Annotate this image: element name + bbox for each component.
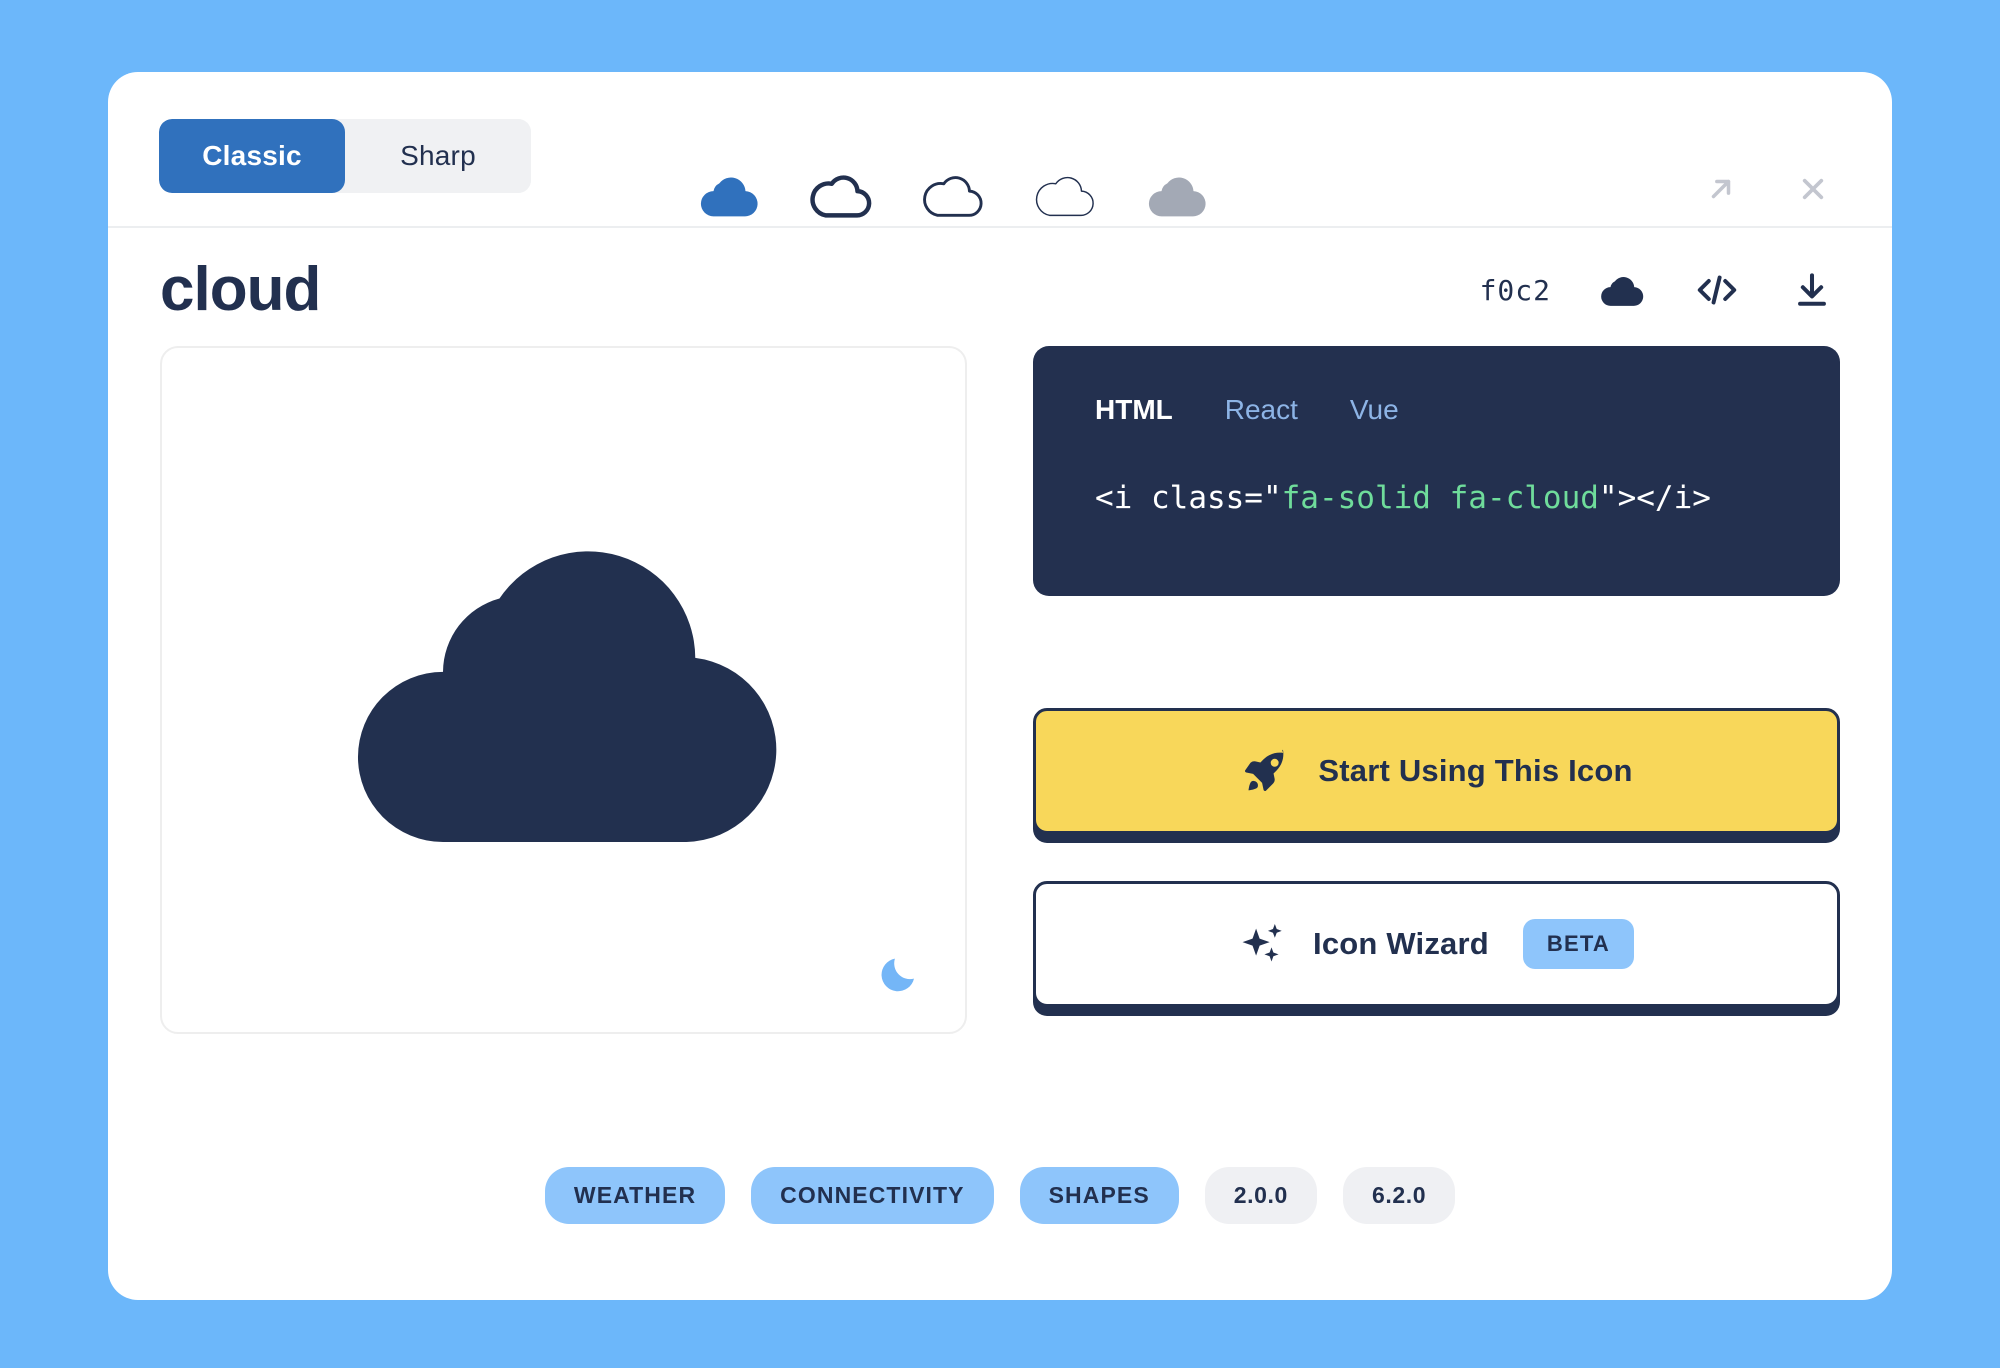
tag-connectivity[interactable]: CONNECTIVITY: [751, 1167, 994, 1224]
icon-variant-row: [698, 164, 1208, 226]
header-action-group: [1698, 166, 1836, 212]
download-button[interactable]: [1788, 266, 1836, 314]
close-button[interactable]: [1790, 166, 1836, 212]
cloud-icon: [1601, 277, 1644, 306]
start-using-icon-button[interactable]: Start Using This Icon: [1033, 708, 1840, 834]
cloud-outline-thin-icon: [1035, 176, 1094, 217]
page-title: cloud: [160, 255, 321, 324]
rocket-icon: [1245, 749, 1284, 792]
code-snippet-classes: fa-solid fa-cloud: [1281, 480, 1599, 516]
tab-vue[interactable]: Vue: [1350, 394, 1399, 426]
copy-code-button[interactable]: [1693, 266, 1741, 314]
code-icon: [1697, 275, 1737, 305]
download-icon: [1798, 273, 1826, 306]
sparkles-icon: [1242, 924, 1282, 962]
cloud-solid-gray-icon: [1148, 177, 1206, 217]
icon-detail-window: Classic Sharp cloud f0c2 HTML React Vue …: [108, 72, 1892, 1300]
moon-icon: [881, 958, 914, 992]
tag-version-6-2-0[interactable]: 6.2.0: [1342, 1167, 1456, 1224]
cloud-outline-regular-icon: [923, 176, 983, 217]
style-toggle-sharp[interactable]: Sharp: [345, 119, 531, 193]
code-framework-tabs: HTML React Vue: [1095, 394, 1778, 426]
variant-cloud-solid-gray[interactable]: [1146, 164, 1208, 226]
code-snippet-prefix: <i class=": [1095, 480, 1282, 516]
icon-wizard-label: Icon Wizard: [1313, 926, 1489, 961]
variant-cloud-outline-thin[interactable]: [1034, 164, 1096, 226]
variant-cloud-solid-blue[interactable]: [698, 164, 760, 226]
code-panel: HTML React Vue <i class="fa-solid fa-clo…: [1033, 346, 1840, 596]
code-snippet[interactable]: <i class="fa-solid fa-cloud"></i>: [1095, 480, 1778, 516]
tag-version-2-0-0[interactable]: 2.0.0: [1204, 1167, 1317, 1224]
title-action-group: f0c2: [1480, 266, 1836, 314]
tag-shapes[interactable]: SHAPES: [1019, 1167, 1179, 1224]
icon-style-toggle[interactable]: Classic Sharp: [159, 119, 531, 193]
tab-react[interactable]: React: [1225, 394, 1298, 426]
tab-html[interactable]: HTML: [1095, 394, 1173, 426]
cloud-outline-bold-icon: [810, 175, 872, 218]
icon-title-row: cloud f0c2: [108, 228, 1892, 346]
beta-badge: BETA: [1522, 919, 1634, 969]
detail-body: HTML React Vue <i class="fa-solid fa-clo…: [108, 346, 1892, 1034]
variant-cloud-outline-regular[interactable]: [922, 164, 984, 226]
detail-right-column: HTML React Vue <i class="fa-solid fa-clo…: [1033, 346, 1840, 1034]
tag-row: WEATHER CONNECTIVITY SHAPES 2.0.0 6.2.0: [108, 1167, 1892, 1224]
icon-preview-card: [160, 346, 967, 1034]
arrow-up-right-icon: [1711, 179, 1731, 199]
theme-toggle-button[interactable]: [877, 950, 923, 996]
variant-cloud-outline-bold[interactable]: [810, 164, 872, 226]
cloud-icon: [357, 550, 776, 842]
window-header: Classic Sharp: [108, 72, 1892, 228]
code-snippet-suffix: "></i>: [1598, 480, 1711, 516]
icon-preview-glyph: [329, 501, 799, 858]
start-using-icon-label: Start Using This Icon: [1318, 753, 1633, 788]
style-toggle-classic[interactable]: Classic: [159, 119, 345, 193]
tag-weather[interactable]: WEATHER: [544, 1167, 726, 1224]
close-icon: [1802, 178, 1824, 200]
unicode-value: f0c2: [1479, 273, 1551, 307]
expand-button[interactable]: [1698, 166, 1744, 212]
icon-wizard-button[interactable]: Icon Wizard BETA: [1033, 881, 1840, 1007]
cloud-solid-blue-icon: [700, 177, 758, 217]
copy-glyph-button[interactable]: [1598, 266, 1646, 314]
